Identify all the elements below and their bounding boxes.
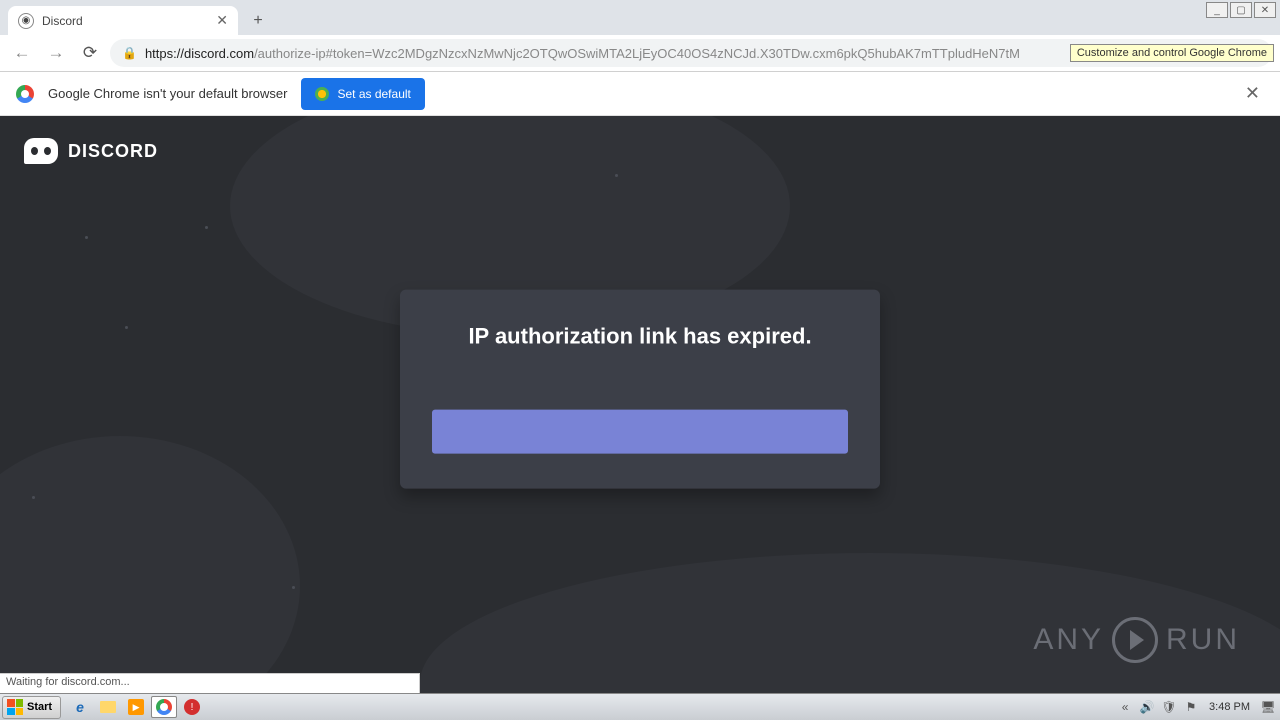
maximize-button[interactable]: ▢	[1230, 2, 1252, 18]
taskbar: Start e ▶ ! « 🔊 🛡 ⚑ 3:48 PM 🖥	[0, 693, 1280, 720]
page-content: DISCORD IP authorization link has expire…	[0, 116, 1280, 693]
browser-tab[interactable]: ◉ Discord ✕	[8, 6, 238, 35]
star-icon	[292, 586, 295, 589]
minimize-button[interactable]: _	[1206, 2, 1228, 18]
auth-modal: IP authorization link has expired.	[400, 289, 880, 488]
explorer-task-icon[interactable]	[95, 696, 121, 718]
system-tray: « 🔊 🛡 ⚑ 3:48 PM 🖥	[1117, 699, 1280, 715]
lock-icon: 🔒	[122, 46, 137, 60]
discord-logo: DISCORD	[24, 138, 158, 164]
anyrun-watermark: ANY RUN	[1033, 617, 1240, 663]
star-icon	[125, 326, 128, 329]
status-bar: Waiting for discord.com...	[0, 673, 420, 693]
media-task-icon[interactable]: ▶	[123, 696, 149, 718]
window-controls: _ ▢ ✕	[1206, 2, 1276, 18]
default-browser-infobar: Google Chrome isn't your default browser…	[0, 72, 1280, 116]
security-icon[interactable]: 🛡	[1161, 699, 1177, 715]
tray-expand-icon[interactable]: «	[1117, 699, 1133, 715]
tab-bar: ◉ Discord ✕ +	[0, 0, 1280, 35]
watermark-text-right: RUN	[1166, 623, 1240, 657]
star-icon	[615, 174, 618, 177]
discord-icon	[24, 138, 58, 164]
start-button[interactable]: Start	[2, 696, 61, 719]
globe-icon: ◉	[18, 13, 34, 29]
start-label: Start	[27, 701, 52, 713]
ie-task-icon[interactable]: e	[67, 696, 93, 718]
chrome-icon	[16, 85, 34, 103]
new-tab-button[interactable]: +	[244, 7, 272, 35]
star-icon	[205, 226, 208, 229]
star-icon	[85, 236, 88, 239]
modal-action-button[interactable]	[432, 409, 848, 453]
volume-icon[interactable]: 🔊	[1139, 699, 1155, 715]
back-button[interactable]: ←	[8, 39, 36, 67]
chrome-menu-tooltip: Customize and control Google Chrome	[1070, 44, 1274, 62]
flag-icon[interactable]: ⚑	[1183, 699, 1199, 715]
watermark-text-left: ANY	[1033, 623, 1104, 657]
close-window-button[interactable]: ✕	[1254, 2, 1276, 18]
tab-title: Discord	[42, 14, 208, 28]
set-default-label: Set as default	[337, 87, 410, 101]
monitor-icon[interactable]: 🖥	[1260, 699, 1276, 715]
infobar-text: Google Chrome isn't your default browser	[48, 86, 287, 101]
chrome-task-icon[interactable]	[151, 696, 177, 718]
forward-button[interactable]: →	[42, 39, 70, 67]
infobar-close-button[interactable]: ✕	[1241, 79, 1264, 108]
url-text: https://discord.com/authorize-ip#token=W…	[145, 46, 1020, 61]
set-default-button[interactable]: Set as default	[301, 78, 424, 110]
modal-title: IP authorization link has expired.	[432, 323, 848, 349]
app-task-icon[interactable]: !	[179, 696, 205, 718]
clock[interactable]: 3:48 PM	[1205, 701, 1254, 713]
play-icon	[1112, 617, 1158, 663]
star-icon	[32, 496, 35, 499]
windows-icon	[7, 699, 23, 715]
reload-button[interactable]: ⟳	[76, 39, 104, 67]
quick-launch: e ▶ !	[67, 696, 205, 718]
bg-shape	[0, 436, 300, 693]
shield-icon	[315, 87, 329, 101]
close-tab-icon[interactable]: ✕	[216, 12, 228, 29]
discord-wordmark: DISCORD	[68, 141, 158, 162]
